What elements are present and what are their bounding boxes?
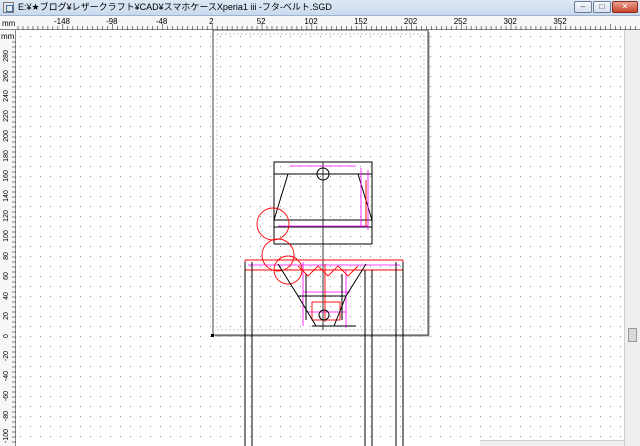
horizontal-ruler: mm -148 -98 -48 2 52 102 152 202 252 302 352 <box>0 16 640 30</box>
ruler-label-top: 352 <box>553 17 567 26</box>
ruler-label-left: 200 <box>3 130 10 142</box>
ruler-label-left: 20 <box>3 312 10 320</box>
pocket-hole-circle <box>318 309 330 321</box>
ruler-label-top: 52 <box>257 17 266 26</box>
ruler-label-left: -20 <box>3 351 10 361</box>
origin-marker <box>211 334 214 337</box>
ruler-label-top: 102 <box>304 17 318 26</box>
ruler-label-left: 0 <box>3 334 10 338</box>
ruler-label-left: 160 <box>3 170 10 182</box>
maximize-button[interactable]: □ <box>593 1 611 13</box>
ruler-unit-top: mm <box>2 19 16 28</box>
pocket-part[interactable] <box>277 263 367 327</box>
ruler-labels-left: 280260240220200180160140120100806040200-… <box>3 50 10 443</box>
ruler-label-top: -148 <box>54 17 71 26</box>
ruler-label-left: 120 <box>3 210 10 222</box>
app-icon[interactable] <box>3 2 14 13</box>
pocket-right-taper <box>333 295 347 327</box>
ruler-label-top: 302 <box>504 17 518 26</box>
ruler-label-left: 260 <box>3 70 10 82</box>
ruler-labels-top: -148 -98 -48 2 52 102 152 202 252 302 352 <box>54 17 567 26</box>
drawing-canvas[interactable] <box>16 30 624 446</box>
ruler-label-left: 140 <box>3 190 10 202</box>
flap-part[interactable] <box>273 161 373 330</box>
pocket-left-taper <box>297 295 317 327</box>
ruler-label-top: 2 <box>209 17 214 26</box>
window-title: E:¥★ブログ¥レザークラフト¥CAD¥スマホケースXperia1 iii -フ… <box>18 2 332 12</box>
ruler-label-left: 240 <box>3 90 10 102</box>
red-zigzag <box>297 265 359 277</box>
window-titlebar[interactable]: E:¥★ブログ¥レザークラフト¥CAD¥スマホケースXperia1 iii -フ… <box>0 0 640 16</box>
ruler-label-left: 100 <box>3 230 10 242</box>
ruler-label-left: 180 <box>3 150 10 162</box>
ruler-label-top: 252 <box>454 17 468 26</box>
cad-drawing[interactable] <box>16 30 624 446</box>
ruler-label-left: 220 <box>3 110 10 122</box>
ruler-label-left: 80 <box>3 252 10 260</box>
paper-print-area <box>216 33 425 331</box>
horizontal-scrollbar[interactable] <box>480 440 624 446</box>
ruler-label-left: -60 <box>3 391 10 401</box>
vertical-ruler: mm 280 260 240 220 200 180 160 140 120 100 80 60 40 2… <box>0 30 16 446</box>
red-lower-box <box>311 301 341 321</box>
ruler-label-left: 40 <box>3 292 10 300</box>
ruler-label-left: 60 <box>3 272 10 280</box>
belt-strap[interactable] <box>244 262 404 446</box>
ruler-label-left: -40 <box>3 371 10 381</box>
ruler-label-left: -100 <box>3 429 10 443</box>
ruler-unit-left: mm <box>1 32 15 41</box>
vertical-scrollbar[interactable] <box>624 30 640 446</box>
pocket-trapezoid <box>277 263 367 297</box>
ruler-label-left: -80 <box>3 411 10 421</box>
red-annotations[interactable] <box>244 180 404 322</box>
ruler-label-top: 152 <box>354 17 368 26</box>
vertical-scrollbar-thumb[interactable] <box>628 328 637 342</box>
ruler-label-top: -98 <box>106 17 118 26</box>
ruler-label-top: 202 <box>404 17 418 26</box>
minimize-button[interactable]: ‒ <box>574 1 592 13</box>
ruler-label-left: 280 <box>3 50 10 62</box>
ruler-label-top: -48 <box>156 17 168 26</box>
close-button[interactable]: ✕ <box>612 1 638 13</box>
red-arc-upper <box>256 207 290 241</box>
grid-dots <box>20 36 621 437</box>
